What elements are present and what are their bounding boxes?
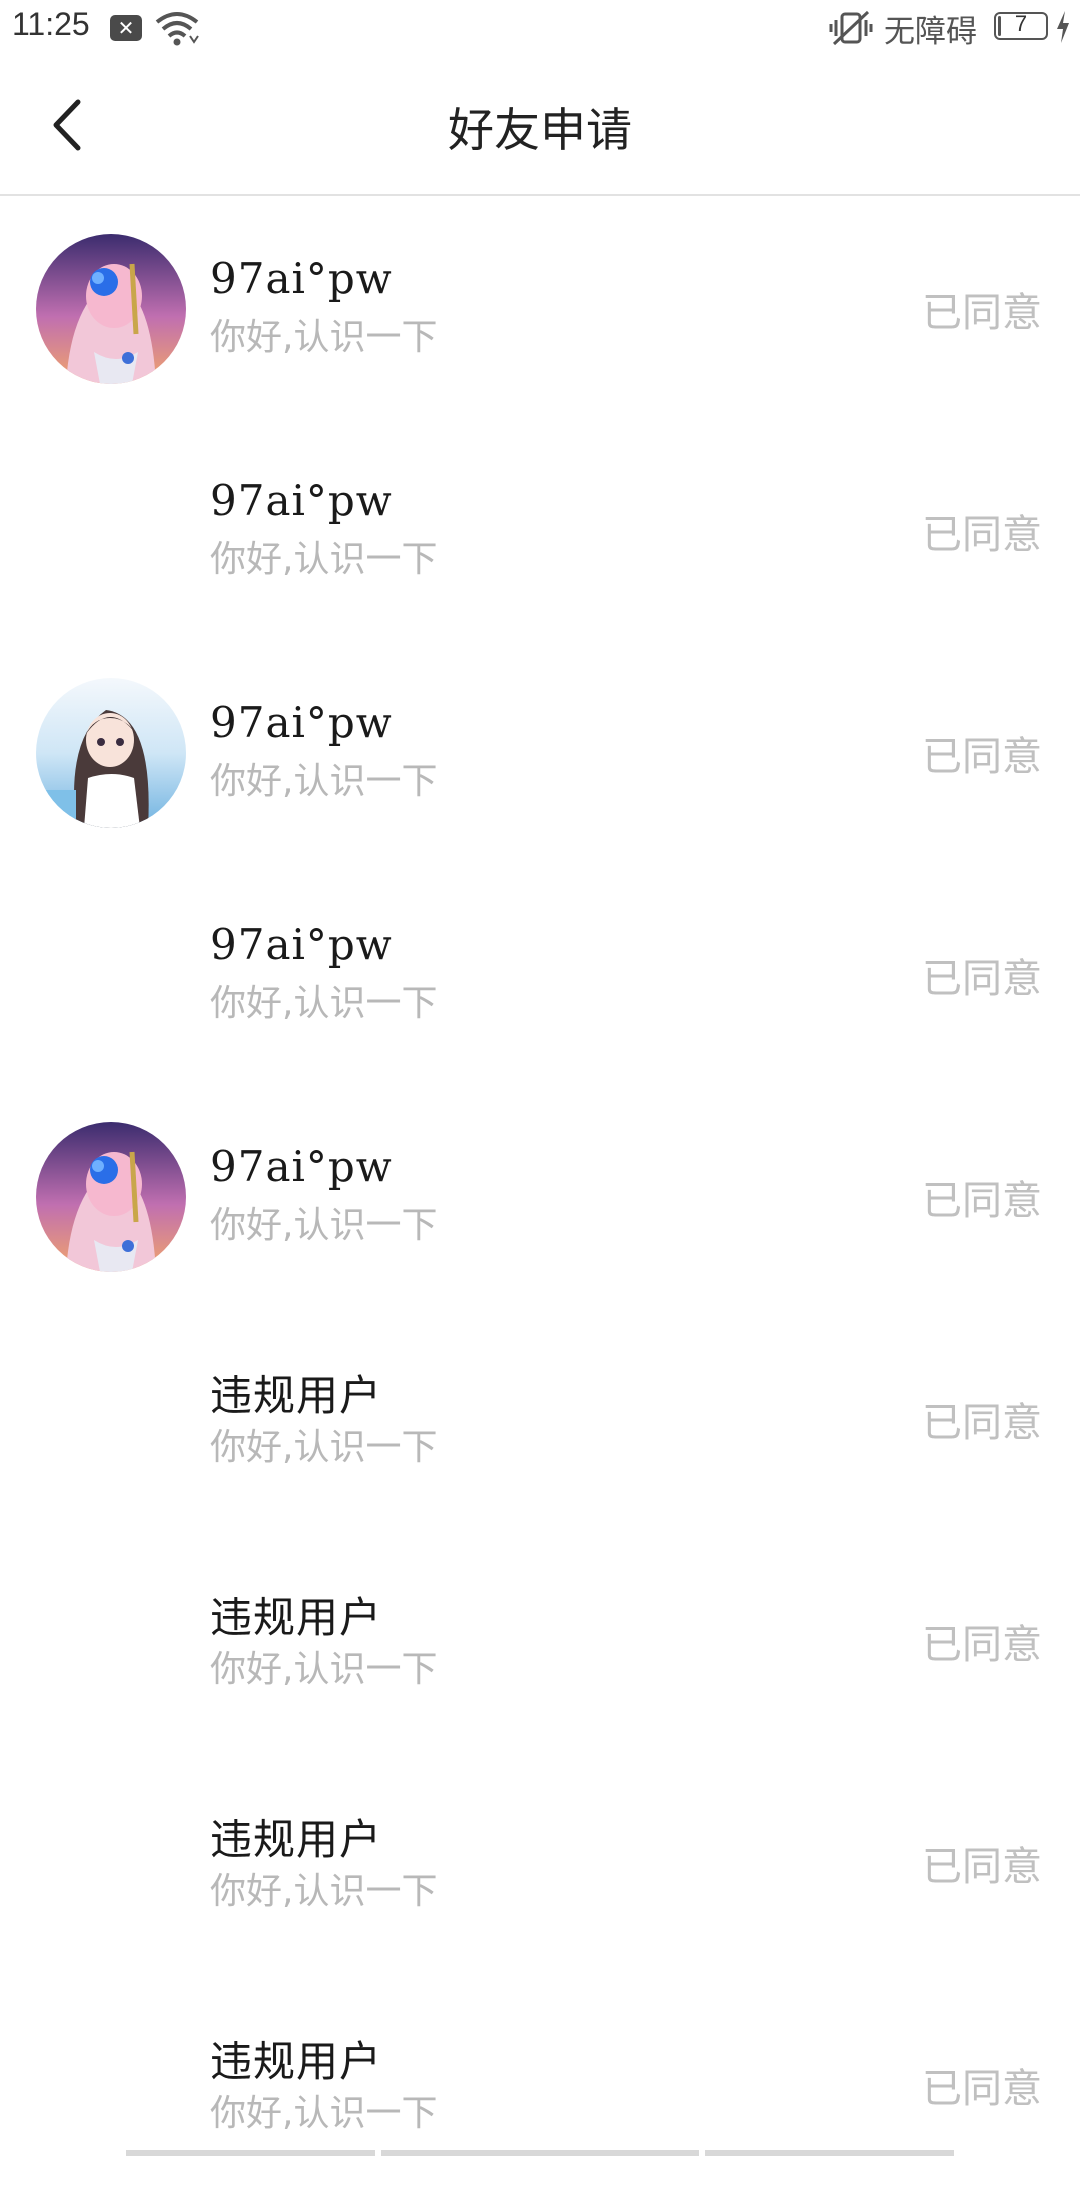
- friend-request-item[interactable]: 97ai°pw 你好,认识一下 已同意: [0, 420, 1080, 642]
- status-label: 已同意: [922, 2066, 1042, 2112]
- friend-request-item[interactable]: 违规用户 你好,认识一下 已同意: [0, 1308, 1080, 1530]
- request-message: 你好,认识一下: [210, 1649, 438, 1690]
- friend-request-item[interactable]: 97ai°pw 你好,认识一下 已同意: [0, 1086, 1080, 1308]
- battery-level: 7: [1014, 11, 1028, 36]
- friend-request-list: 97ai°pw 你好,认识一下 已同意 97ai°pw 你好,认识一下 已同意: [0, 198, 1080, 2196]
- user-name: 97ai°pw: [210, 1142, 393, 1191]
- friend-request-item[interactable]: 违规用户 你好,认识一下 已同意: [0, 1974, 1080, 2196]
- status-label: 已同意: [922, 956, 1042, 1002]
- page-title: 好友申请: [448, 103, 632, 157]
- charging-bolt-icon: [1057, 11, 1069, 43]
- request-message: 你好,认识一下: [210, 2093, 438, 2134]
- request-message: 你好,认识一下: [210, 539, 438, 580]
- status-bar: 11:25 ✕ 无障碍 7: [0, 0, 1080, 56]
- friend-request-item[interactable]: 97ai°pw 你好,认识一下 已同意: [0, 198, 1080, 420]
- user-name: 违规用户: [210, 1371, 383, 1420]
- status-label: 已同意: [922, 1844, 1042, 1890]
- status-label: 已同意: [922, 734, 1042, 780]
- scroll-indicator-segment: [380, 2150, 700, 2156]
- friend-request-item[interactable]: 违规用户 你好,认识一下 已同意: [0, 1530, 1080, 1752]
- status-label: 已同意: [922, 512, 1042, 558]
- request-message: 你好,认识一下: [210, 1427, 438, 1468]
- friend-request-item[interactable]: 违规用户 你好,认识一下 已同意: [0, 1752, 1080, 1974]
- request-message: 你好,认识一下: [210, 761, 438, 802]
- avatar[interactable]: [36, 1122, 186, 1272]
- request-message: 你好,认识一下: [210, 983, 438, 1024]
- status-label: 已同意: [922, 1400, 1042, 1446]
- request-message: 你好,认识一下: [210, 1871, 438, 1912]
- user-name: 97ai°pw: [210, 476, 393, 525]
- scroll-indicator[interactable]: [126, 2150, 954, 2156]
- scroll-indicator-segment: [126, 2150, 375, 2156]
- user-name: 违规用户: [210, 1815, 383, 1864]
- scroll-indicator-segment: [705, 2150, 954, 2156]
- header-bar: 好友申请: [0, 56, 1080, 196]
- user-name: 97ai°pw: [210, 254, 393, 303]
- friend-request-item[interactable]: 97ai°pw 你好,认识一下 已同意: [0, 864, 1080, 1086]
- close-box-icon: ✕: [110, 15, 142, 41]
- user-name: 违规用户: [210, 1593, 383, 1642]
- wifi-icon: [155, 12, 199, 46]
- friend-request-item[interactable]: 97ai°pw 你好,认识一下 已同意: [0, 642, 1080, 864]
- status-label: 已同意: [922, 1622, 1042, 1668]
- status-time: 11:25: [12, 6, 90, 42]
- avatar-image: [36, 234, 186, 384]
- user-name: 97ai°pw: [210, 698, 393, 747]
- vibrate-icon: [829, 10, 873, 46]
- accessibility-label: 无障碍: [884, 14, 977, 50]
- user-name: 违规用户: [210, 2037, 383, 2086]
- status-label: 已同意: [922, 1178, 1042, 1224]
- avatar[interactable]: [36, 234, 186, 384]
- status-label: 已同意: [922, 290, 1042, 336]
- avatar[interactable]: [36, 678, 186, 828]
- avatar-image: [36, 1122, 186, 1272]
- request-message: 你好,认识一下: [210, 317, 438, 358]
- user-name: 97ai°pw: [210, 920, 393, 969]
- battery-icon: 7: [994, 11, 1048, 40]
- request-message: 你好,认识一下: [210, 1205, 438, 1246]
- avatar-image: [36, 678, 186, 828]
